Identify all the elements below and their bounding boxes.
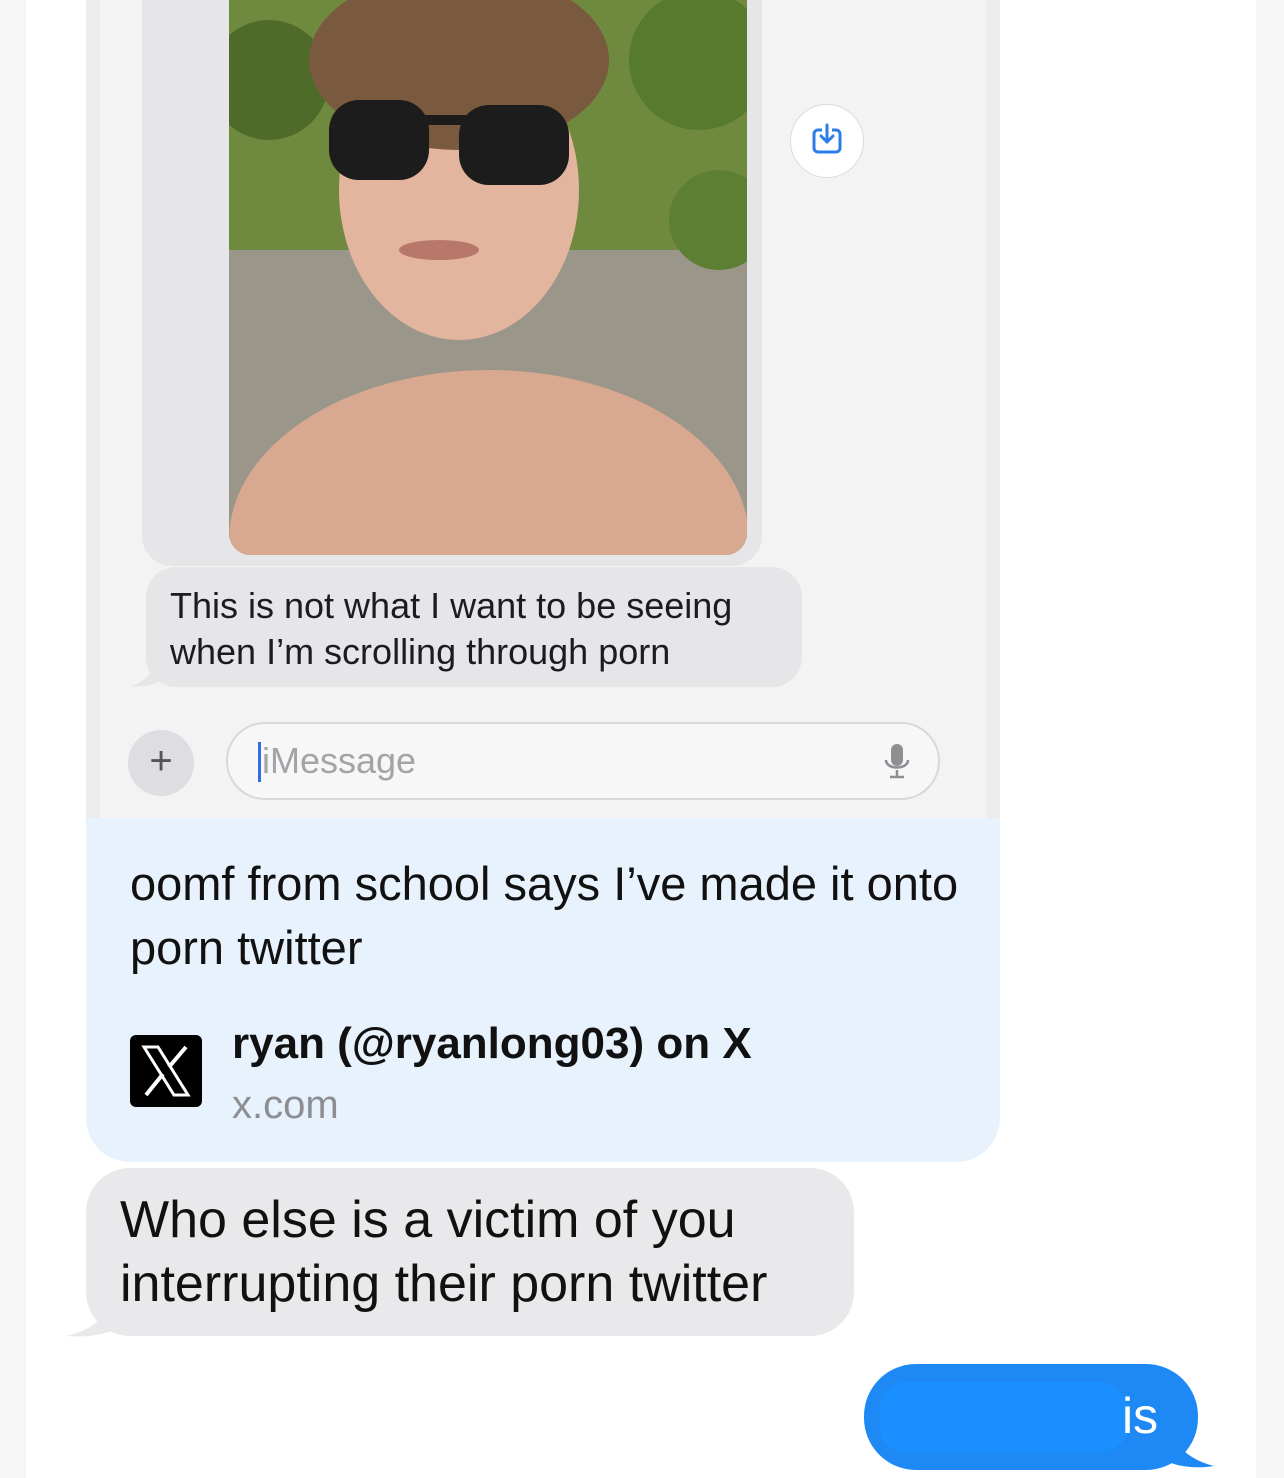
received-message-text: Who else is a victim of you interrupting…	[120, 1191, 768, 1313]
mic-icon[interactable]	[882, 742, 912, 787]
screenshot-message-bubble: This is not what I want to be seeing whe…	[146, 567, 802, 687]
imessage-input[interactable]: iMessage	[226, 722, 940, 800]
text-cursor	[258, 742, 261, 782]
right-margin-strip	[1256, 0, 1284, 1478]
add-attachment-button[interactable]: +	[128, 730, 194, 796]
photo-attachment[interactable]	[229, 0, 747, 555]
link-message-text: oomf from school says I’ve made it onto …	[130, 857, 959, 974]
received-message-bubble: Who else is a victim of you interrupting…	[86, 1168, 854, 1336]
save-to-photos-button[interactable]	[790, 104, 864, 178]
link-preview-domain: x.com	[232, 1083, 339, 1127]
x-logo-icon	[130, 1035, 202, 1107]
redaction-scribble	[880, 1382, 1130, 1452]
selfie-photo	[229, 0, 747, 555]
imessage-placeholder: iMessage	[262, 740, 417, 781]
sent-message-text: is	[1122, 1388, 1159, 1444]
screenshot-message-text: This is not what I want to be seeing whe…	[170, 585, 733, 672]
left-margin-strip	[0, 0, 26, 1478]
download-to-photos-icon	[810, 122, 844, 161]
message-input-row: + iMessage	[128, 722, 944, 802]
link-preview-title[interactable]: ryan (@ryanlong03) on X	[232, 1016, 752, 1072]
